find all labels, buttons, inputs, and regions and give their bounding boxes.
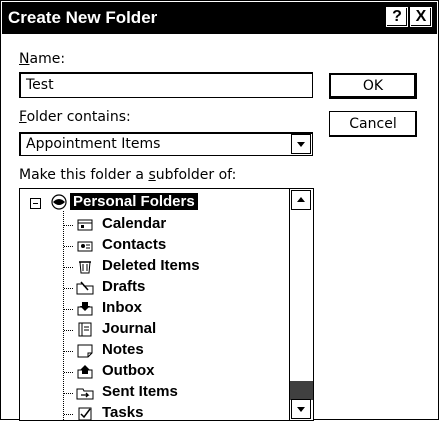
tree-item-label: Tasks — [102, 404, 144, 421]
dropdown-arrow-button[interactable] — [291, 134, 311, 154]
ok-button[interactable]: OK — [329, 73, 417, 99]
dialog-title: Create New Folder — [8, 8, 158, 27]
name-label: Name: — [19, 51, 66, 67]
subfolder-label: Make this folder a subfolder of: — [19, 167, 237, 183]
scroll-up-button[interactable] — [291, 190, 311, 210]
chevron-up-icon — [297, 197, 305, 202]
chevron-down-icon — [297, 142, 305, 147]
close-button[interactable]: X — [410, 7, 432, 27]
inbox-icon — [77, 302, 93, 316]
tree-scrollbar[interactable] — [289, 189, 313, 420]
tree-item-label: Deleted Items — [102, 257, 200, 274]
help-button[interactable]: ? — [386, 7, 408, 27]
tree-item-label: Sent Items — [102, 383, 178, 400]
create-new-folder-dialog: Create New Folder ? X Name: Test OK Canc… — [0, 0, 439, 421]
tree-connector — [64, 372, 74, 373]
tree-connector — [64, 309, 74, 310]
drafts-icon — [76, 281, 94, 295]
journal-icon — [78, 322, 92, 337]
scrollbar-track[interactable] — [290, 381, 313, 400]
title-bar[interactable]: Create New Folder ? X — [2, 2, 437, 34]
tree-item-label: Contacts — [102, 236, 167, 253]
tree-connector — [64, 330, 74, 331]
tree-item-label: Notes — [102, 341, 144, 358]
folder-tree[interactable]: Personal Folders Calendar Contacts Delet… — [19, 188, 314, 421]
folder-contains-select[interactable]: Appointment Items — [19, 132, 313, 156]
tree-item-label: Calendar — [102, 215, 167, 232]
tasks-icon — [78, 407, 92, 420]
tree-connector — [64, 246, 74, 247]
tree-connector-line — [63, 211, 64, 420]
tree-connector — [64, 267, 74, 268]
cancel-button[interactable]: Cancel — [329, 111, 417, 137]
folder-contains-label: Folder contains: — [19, 109, 131, 125]
outbox-icon — [77, 365, 93, 379]
tree-connector — [64, 288, 74, 289]
deleted-items-icon — [79, 261, 91, 274]
tree-item-label: Drafts — [102, 278, 146, 295]
tree-connector — [64, 351, 74, 352]
tree-item-label: Outbox — [102, 362, 155, 379]
name-input[interactable]: Test — [19, 72, 313, 98]
tree-connector — [64, 225, 74, 226]
scroll-down-button[interactable] — [291, 399, 311, 419]
sent-items-icon — [76, 388, 94, 400]
folder-contains-value: Appointment Items — [26, 136, 161, 152]
tree-connector — [64, 393, 74, 394]
tree-item-label: Inbox — [102, 299, 142, 316]
calendar-icon — [77, 219, 93, 231]
tree-item-label: Personal Folders — [70, 193, 198, 210]
contacts-icon — [77, 241, 93, 252]
tree-item-label: Journal — [102, 320, 157, 337]
tree-connector — [64, 414, 74, 415]
chevron-down-icon — [297, 407, 305, 412]
collapse-icon[interactable] — [30, 198, 41, 209]
name-input-value: Test — [26, 77, 54, 93]
notes-icon — [77, 344, 93, 358]
personal-folders-icon — [51, 194, 67, 210]
